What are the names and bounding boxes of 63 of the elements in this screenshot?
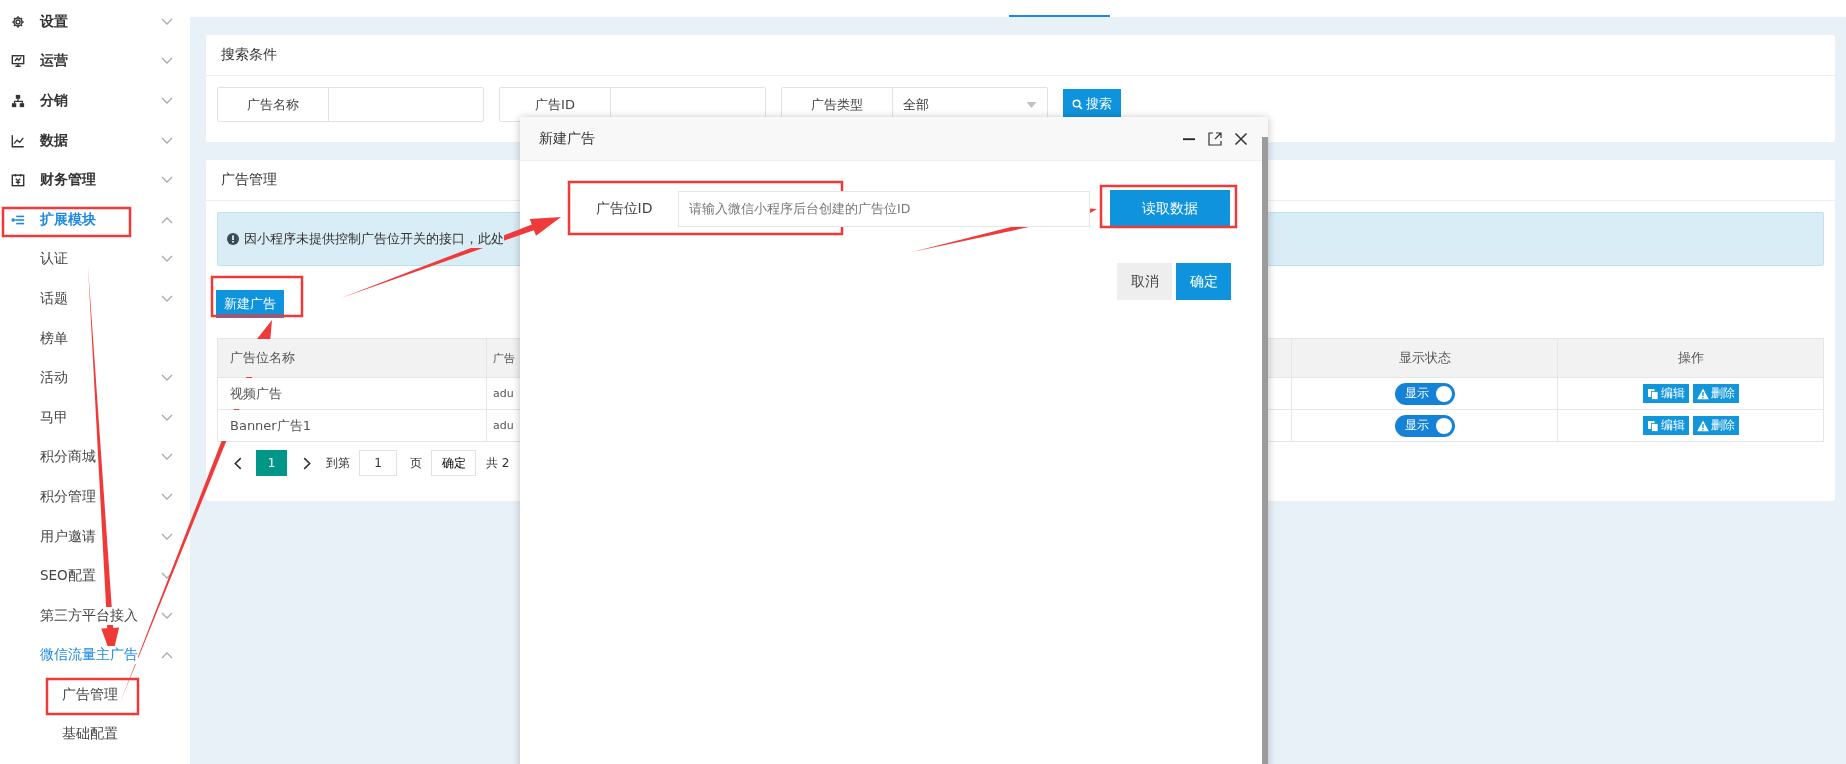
close-icon[interactable] bbox=[1234, 131, 1248, 146]
total-count: 共 2 bbox=[486, 454, 510, 472]
chevron-down-icon bbox=[161, 136, 173, 145]
next-page-icon[interactable] bbox=[303, 456, 312, 470]
exclamation-icon bbox=[227, 233, 239, 245]
sidebar-item[interactable]: 马甲 bbox=[40, 408, 68, 427]
chevron-down-icon bbox=[161, 17, 173, 26]
field-label: 广告位ID bbox=[594, 199, 654, 218]
notice-text: 因小程序未提供控制广告位开关的接口，此处 bbox=[244, 230, 504, 248]
previous-page-icon[interactable] bbox=[233, 456, 242, 470]
gear-icon bbox=[11, 14, 25, 29]
chevron-down-icon bbox=[161, 176, 173, 185]
chevron-up-icon bbox=[161, 651, 173, 660]
status-toggle[interactable]: 显示 bbox=[1394, 382, 1455, 405]
chevron-down-icon bbox=[161, 492, 173, 501]
sidebar-item[interactable]: 扩展模块 bbox=[40, 210, 96, 229]
chevron-down-icon bbox=[161, 374, 173, 383]
chevron-up-icon bbox=[161, 215, 173, 224]
line-chart-icon bbox=[11, 133, 25, 148]
chevron-down-icon bbox=[161, 97, 173, 105]
sidebar-item[interactable]: 数据 bbox=[40, 131, 68, 150]
sidebar-item[interactable]: 微信流量主广告 bbox=[40, 646, 138, 665]
page-unit: 页 bbox=[410, 454, 422, 472]
page-button[interactable]: 1 bbox=[256, 450, 287, 476]
sidebar-item[interactable]: 设置 bbox=[40, 12, 68, 31]
chevron-down-icon bbox=[161, 611, 173, 620]
column-header: 显示状态 bbox=[1291, 338, 1558, 378]
table-cell: 视频广告 bbox=[217, 377, 487, 410]
column-header: 广告位名称 bbox=[217, 338, 487, 378]
sidebar-item[interactable]: 榜单 bbox=[40, 329, 68, 348]
card-title: 广告管理 bbox=[221, 171, 277, 189]
sidebar-item[interactable]: 认证 bbox=[40, 250, 68, 269]
dialog-title: 新建广告 bbox=[539, 129, 595, 148]
calendar-icon bbox=[11, 173, 25, 188]
page-input[interactable]: 1 bbox=[359, 450, 397, 476]
search-icon bbox=[1072, 99, 1083, 110]
monitor-icon bbox=[11, 54, 25, 69]
card-title: 搜索条件 bbox=[221, 46, 277, 64]
goto-button[interactable]: 确定 bbox=[431, 450, 476, 476]
sidebar-item[interactable]: 积分管理 bbox=[40, 487, 96, 506]
maximize-icon[interactable] bbox=[1208, 131, 1222, 146]
sidebar-item[interactable]: 话题 bbox=[40, 289, 68, 308]
goto-label: 到第 bbox=[326, 454, 350, 472]
sidebar-item[interactable]: 分销 bbox=[40, 92, 68, 110]
chevron-down-icon bbox=[161, 453, 173, 462]
copy-icon bbox=[1646, 419, 1659, 432]
warning-icon bbox=[1696, 387, 1709, 400]
column-header: 操作 bbox=[1557, 338, 1824, 378]
chevron-down-icon bbox=[161, 532, 173, 541]
sidebar-item[interactable]: 第三方平台接入 bbox=[40, 606, 138, 625]
status-toggle[interactable]: 显示 bbox=[1394, 414, 1455, 437]
sidebar-item[interactable]: 广告管理 bbox=[62, 685, 118, 704]
table-cell: Banner广告1 bbox=[217, 409, 487, 442]
chevron-down-icon bbox=[161, 57, 173, 66]
warning-icon bbox=[1696, 419, 1709, 432]
sidebar-item[interactable]: 用户邀请 bbox=[40, 527, 96, 546]
chevron-down-icon bbox=[161, 294, 173, 303]
cancel-button[interactable]: 取消 bbox=[1117, 263, 1172, 300]
copy-icon bbox=[1646, 387, 1659, 400]
ad-slot-id-field[interactable]: 请输入微信小程序后台创建的广告位ID bbox=[678, 190, 1090, 227]
hierarchy-icon bbox=[11, 94, 25, 108]
chevron-down-icon bbox=[161, 255, 173, 264]
chevron-down-icon bbox=[161, 413, 173, 422]
